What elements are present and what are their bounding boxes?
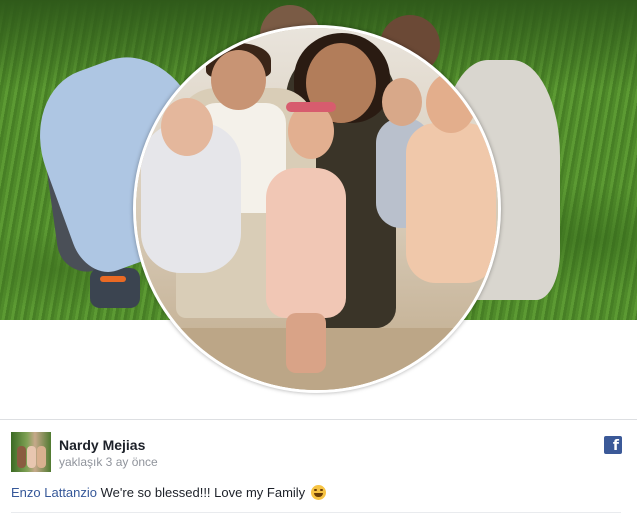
- profile-girl-right-dress: [406, 123, 496, 283]
- post-message: We're so blessed!!! Love my Family: [100, 485, 306, 500]
- profile-child-right-face: [382, 78, 422, 126]
- profile-girl-center-legs: [286, 313, 326, 373]
- post-bottom-divider: [11, 512, 621, 513]
- profile-baby-face: [161, 98, 213, 156]
- profile-girl-headband: [286, 102, 336, 112]
- post-timestamp[interactable]: yaklaşık 3 ay önce: [59, 455, 158, 469]
- section-divider: [0, 419, 637, 420]
- facebook-icon[interactable]: f: [604, 436, 622, 454]
- grinning-face-icon: [310, 485, 326, 500]
- profile-boy-face: [211, 50, 266, 110]
- author-avatar[interactable]: [11, 432, 51, 472]
- cover-sneaker: [90, 268, 140, 308]
- profile-girl-center-dress: [266, 168, 346, 318]
- profile-picture[interactable]: [133, 25, 501, 393]
- author-name[interactable]: Nardy Mejias: [59, 437, 145, 453]
- mention-link[interactable]: Enzo Lattanzio: [11, 485, 97, 500]
- post-body: Enzo Lattanzio We're so blessed!!! Love …: [11, 485, 326, 500]
- profile-girl-right-face: [426, 73, 476, 133]
